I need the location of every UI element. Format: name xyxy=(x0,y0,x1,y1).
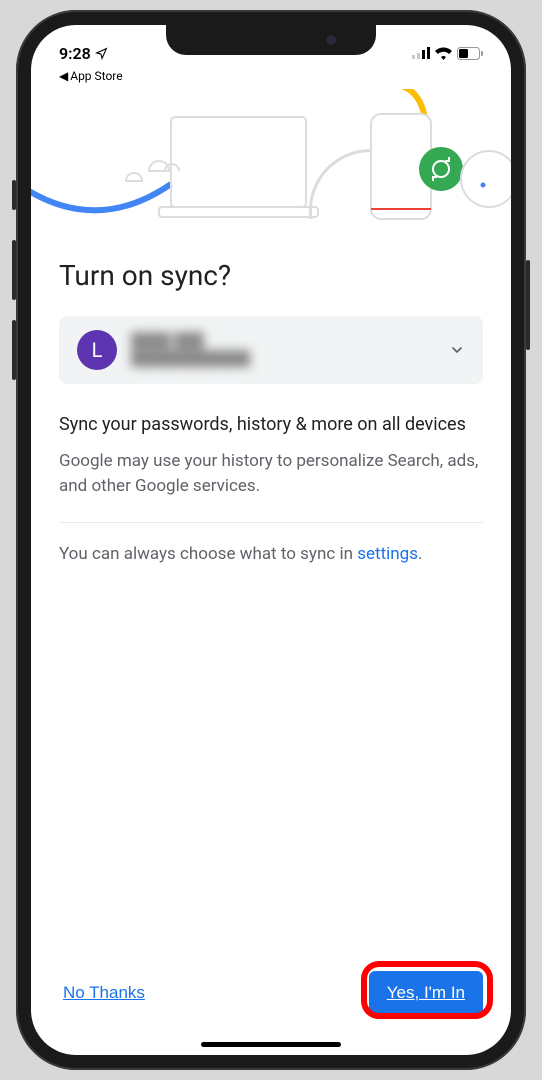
account-selector[interactable]: L ████ ███ ████████████ xyxy=(59,316,483,384)
no-thanks-button[interactable]: No Thanks xyxy=(59,973,149,1013)
screen: 9:28 ◀ App Store xyxy=(31,25,511,1055)
home-indicator[interactable] xyxy=(201,1042,341,1047)
settings-link[interactable]: settings xyxy=(357,544,418,564)
yes-im-in-button[interactable]: Yes, I'm In xyxy=(369,971,483,1015)
account-details-blurred: ████ ███ ████████████ xyxy=(131,332,435,368)
chevron-down-icon xyxy=(449,342,465,358)
sync-description: Google may use your history to personali… xyxy=(59,449,483,498)
cellular-icon xyxy=(412,47,430,59)
page-title: Turn on sync? xyxy=(59,259,483,292)
wifi-icon xyxy=(435,47,452,60)
avatar: L xyxy=(77,330,117,370)
settings-hint: You can always choose what to sync in se… xyxy=(59,543,483,567)
notch xyxy=(166,25,376,55)
button-row: No Thanks Yes, I'm In xyxy=(59,959,483,1035)
back-app-label: App Store xyxy=(70,69,122,83)
phone-frame: 9:28 ◀ App Store xyxy=(16,10,526,1070)
sync-subtitle: Sync your passwords, history & more on a… xyxy=(59,412,483,437)
location-icon xyxy=(95,47,108,60)
back-to-app[interactable]: ◀ App Store xyxy=(31,69,511,89)
status-time: 9:28 xyxy=(59,44,91,63)
back-caret-icon: ◀ xyxy=(59,69,68,83)
battery-icon xyxy=(457,47,483,60)
sync-illustration xyxy=(31,89,511,239)
main-content: Turn on sync? L ████ ███ ████████████ Sy… xyxy=(31,239,511,1055)
divider xyxy=(59,522,483,523)
